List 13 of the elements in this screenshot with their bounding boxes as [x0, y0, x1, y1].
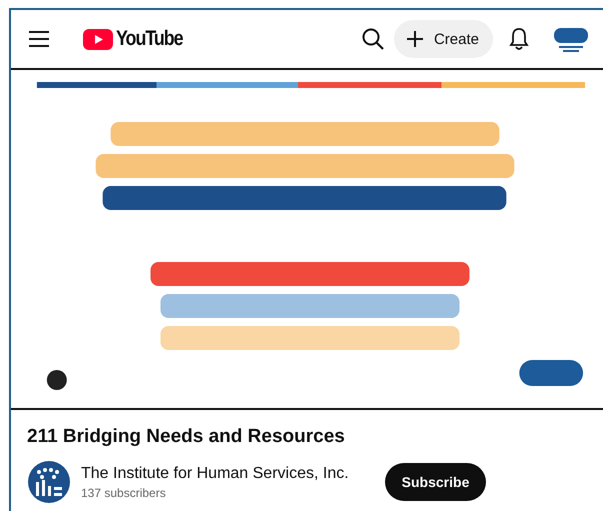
bell-icon[interactable]	[509, 27, 529, 51]
channel-name[interactable]: The Institute for Human Services, Inc.	[81, 464, 349, 482]
avatar-icon[interactable]	[553, 25, 589, 53]
logo-text[interactable]: YouTube	[116, 27, 183, 51]
channel-avatar-icon[interactable]	[27, 460, 71, 504]
subscriber-count: 137 subscribers	[81, 486, 167, 500]
create-button[interactable]: Create	[394, 20, 493, 58]
plus-icon	[406, 30, 424, 48]
search-icon[interactable]	[362, 28, 384, 50]
subscribe-button[interactable]: Subscribe	[384, 463, 486, 501]
menu-icon[interactable]	[29, 31, 49, 47]
video-title: 211 Bridging Needs and Resources	[27, 426, 346, 448]
play-logo-icon	[83, 28, 113, 50]
